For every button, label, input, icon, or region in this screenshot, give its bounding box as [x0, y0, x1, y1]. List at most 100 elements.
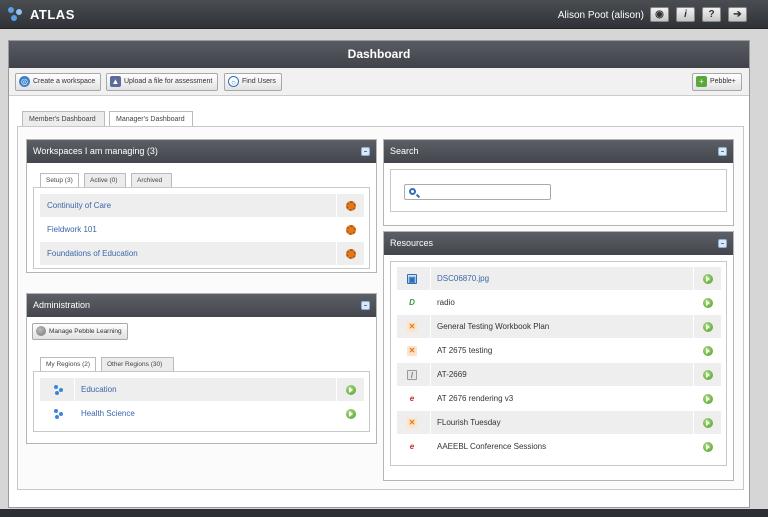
divider: [430, 291, 431, 315]
workspace-link[interactable]: Continuity of Care: [47, 201, 111, 210]
collapse-icon[interactable]: [718, 239, 727, 248]
list-item: D radio: [397, 291, 721, 315]
open-resource-button[interactable]: [693, 291, 721, 315]
resources-widget: Resources ▣ DSC06870.jpg D radio ✕ Gener…: [383, 231, 734, 481]
region-icon: [54, 409, 64, 419]
upload-file-button[interactable]: ▲ Upload a file for assessment: [106, 73, 219, 91]
workspace-link[interactable]: Fieldwork 101: [47, 225, 97, 234]
tab-active[interactable]: Active (0): [84, 173, 126, 187]
user-name[interactable]: Alison Poot (alison): [558, 10, 644, 21]
list-item: e AAEEBL Conference Sessions: [397, 435, 721, 459]
tab-other-regions[interactable]: Other Regions (30): [101, 357, 174, 371]
info-icon[interactable]: i: [676, 7, 695, 22]
region-link[interactable]: Health Science: [81, 409, 135, 418]
managers-dashboard-body: Workspaces I am managing (3) Setup (3) A…: [17, 126, 744, 490]
settings-icon: [36, 326, 46, 336]
list-item: Fieldwork 101: [40, 218, 364, 242]
list-item: e AT 2676 rendering v3: [397, 387, 721, 411]
workbook-icon: ✕: [407, 322, 417, 332]
search-field[interactable]: [404, 184, 551, 200]
create-workspace-label: Create a workspace: [33, 78, 96, 85]
resource-link[interactable]: General Testing Workbook Plan: [437, 322, 549, 331]
workspaces-title: Workspaces I am managing (3): [33, 146, 158, 156]
find-users-label: Find Users: [242, 78, 276, 85]
upload-icon: ▲: [110, 76, 121, 87]
resource-link[interactable]: AT 2676 rendering v3: [437, 394, 513, 403]
image-file-icon: ▣: [407, 274, 417, 284]
logout-icon[interactable]: ➔: [728, 7, 747, 22]
go-arrow-icon: [703, 274, 713, 284]
resource-link[interactable]: FLourish Tuesday: [437, 418, 501, 427]
resource-list: ▣ DSC06870.jpg D radio ✕ General Testing…: [390, 261, 727, 466]
collapse-icon[interactable]: [361, 301, 370, 310]
divider: [430, 363, 431, 387]
resource-link[interactable]: AT 2675 testing: [437, 346, 492, 355]
search-widget-header: Search: [384, 140, 733, 163]
find-users-button[interactable]: ○ Find Users: [224, 73, 282, 91]
list-item: Foundations of Education: [40, 242, 364, 266]
region-link[interactable]: Education: [81, 385, 117, 394]
open-resource-button[interactable]: [693, 339, 721, 363]
pebble-plus-icon: +: [696, 76, 707, 87]
workspace-list: Continuity of Care Fieldwork 101 Foundat…: [33, 187, 370, 269]
view-icon[interactable]: ◉: [650, 7, 669, 22]
divider: [430, 435, 431, 459]
divider: [430, 339, 431, 363]
toolbar: ◎ Create a workspace ▲ Upload a file for…: [9, 68, 749, 96]
resources-title: Resources: [390, 238, 434, 248]
open-resource-button[interactable]: [693, 435, 721, 459]
list-item: / AT-2669: [397, 363, 721, 387]
tab-my-regions[interactable]: My Regions (2): [40, 357, 96, 372]
tab-members-dashboard[interactable]: Member's Dashboard: [22, 111, 105, 127]
gear-icon: [346, 249, 356, 259]
open-resource-button[interactable]: [693, 363, 721, 387]
manage-pebble-learning-label: Manage Pebble Learning: [49, 328, 122, 335]
workbook-icon: ✕: [407, 346, 417, 356]
workspace-settings-button[interactable]: [336, 242, 364, 266]
pebble-plus-label: Pebble+: [710, 78, 736, 85]
collapse-icon[interactable]: [718, 147, 727, 156]
search-icon: [409, 188, 416, 195]
open-resource-button[interactable]: [693, 387, 721, 411]
search-input[interactable]: [421, 186, 547, 198]
search-title: Search: [390, 146, 419, 156]
workspace-settings-button[interactable]: [336, 194, 364, 218]
resource-link[interactable]: DSC06870.jpg: [437, 274, 489, 283]
manage-pebble-learning-button[interactable]: Manage Pebble Learning: [32, 323, 128, 340]
go-arrow-icon: [703, 418, 713, 428]
pebble-plus-button[interactable]: + Pebble+: [692, 73, 742, 91]
admin-actions: Manage Pebble Learning: [27, 317, 376, 347]
divider: [430, 387, 431, 411]
open-resource-button[interactable]: [693, 315, 721, 339]
administration-widget-header: Administration: [27, 294, 376, 317]
workspace-settings-button[interactable]: [336, 218, 364, 242]
workspace-icon: ◎: [19, 76, 30, 87]
list-item: ✕ FLourish Tuesday: [397, 411, 721, 435]
app-name: ATLAS: [30, 7, 75, 22]
resource-link[interactable]: AAEEBL Conference Sessions: [437, 442, 546, 451]
page-title: Dashboard: [9, 41, 749, 68]
help-icon[interactable]: ?: [702, 7, 721, 22]
open-region-button[interactable]: [336, 378, 364, 402]
upload-file-label: Upload a file for assessment: [124, 78, 213, 85]
divider: [430, 315, 431, 339]
create-workspace-button[interactable]: ◎ Create a workspace: [15, 73, 102, 91]
go-arrow-icon: [703, 370, 713, 380]
open-resource-button[interactable]: [693, 267, 721, 291]
workspaces-widget: Workspaces I am managing (3) Setup (3) A…: [26, 139, 377, 273]
search-widget: Search: [383, 139, 734, 226]
tab-setup[interactable]: Setup (3): [40, 173, 79, 188]
list-item: ▣ DSC06870.jpg: [397, 267, 721, 291]
open-resource-button[interactable]: [693, 411, 721, 435]
tab-archived[interactable]: Archived: [131, 173, 172, 187]
list-item: ✕ AT 2675 testing: [397, 339, 721, 363]
search-icon: ○: [228, 76, 239, 87]
divider: [74, 402, 75, 426]
collapse-icon[interactable]: [361, 147, 370, 156]
open-region-button[interactable]: [336, 402, 364, 426]
resource-link[interactable]: radio: [437, 298, 455, 307]
dashboard-panel: Dashboard ◎ Create a workspace ▲ Upload …: [8, 40, 750, 508]
go-arrow-icon: [703, 442, 713, 452]
resource-link[interactable]: AT-2669: [437, 370, 467, 379]
workspace-link[interactable]: Foundations of Education: [47, 249, 138, 258]
